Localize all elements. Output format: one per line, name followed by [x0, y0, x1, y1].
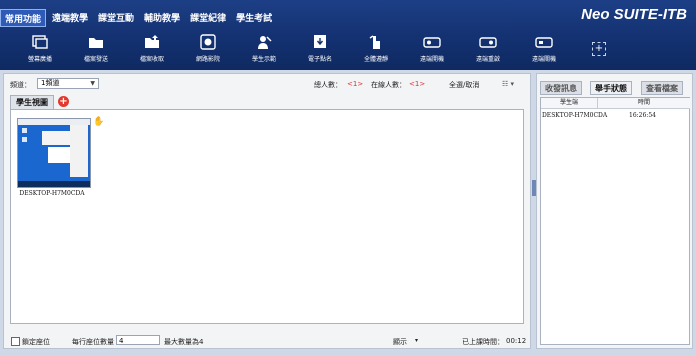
silence-all-button[interactable]: 全體遵靜	[348, 34, 404, 63]
raise-hand-icon: ✋	[93, 117, 105, 127]
roll-call-icon	[314, 35, 326, 48]
file-send-button[interactable]: 檔案發送	[68, 34, 124, 63]
tab-messages[interactable]: 收發訊息	[540, 81, 582, 95]
network-cinema-button[interactable]: 網路影院	[180, 34, 236, 63]
student-grid: ✋ DESKTOP-H7M0CDA	[10, 109, 524, 324]
student-view-panel: 頻道： 1頻道 ▼ 總人數： <1> 在線人數： <1> 全選/取消 ☷ ▾ 學…	[3, 73, 531, 349]
elapsed-time-label: 已上課時間：	[462, 338, 504, 346]
remote-restart-icon	[479, 37, 497, 48]
remote-shutdown-button[interactable]: 遠端關機	[516, 34, 572, 63]
student-demo-icon	[258, 36, 272, 49]
max-count-label: 最大數量為4	[164, 338, 204, 346]
per-row-input[interactable]: 4	[116, 335, 160, 345]
channel-value: 1頻道	[41, 79, 60, 87]
tool-label: 檔案收取	[139, 56, 164, 63]
elapsed-time-value: 00:12	[506, 337, 527, 345]
tool-label: 螢幕廣播	[27, 56, 52, 63]
online-count-label: 在線人數：	[371, 81, 406, 89]
select-all-button[interactable]: 全選/取消	[449, 80, 479, 90]
tool-label: 遠端關機	[531, 56, 556, 63]
tab-common[interactable]: 常用功能	[0, 9, 47, 27]
app-header: 常用功能 遠端教學 課堂互動 輔助教學 課堂紀律 學生考試 Neo SUITE-…	[0, 0, 696, 70]
column-header-student: 學生端	[541, 98, 597, 109]
lock-seat-checkbox[interactable]	[11, 337, 20, 346]
table-cell-student: DESKTOP-H7M0CDA	[542, 112, 608, 119]
student-screen-thumbnail[interactable]	[17, 118, 91, 188]
tab-view-files[interactable]: 查看檔案	[641, 81, 683, 95]
brand-title: Neo SUITE-ITB	[581, 6, 687, 23]
column-header-time: 時間	[597, 98, 690, 109]
view-mode-icon[interactable]: ☷ ▾	[502, 80, 514, 88]
remote-restart-button[interactable]: 遠端重啟	[460, 34, 516, 63]
file-receive-button[interactable]: 檔案收取	[124, 34, 180, 63]
screen-broadcast-icon	[32, 35, 48, 49]
total-count-label: 總人數：	[314, 81, 342, 89]
side-panel: 收發訊息 舉手狀態 查看檔案 學生端 時間 DESKTOP-H7M0CDA 16…	[536, 73, 693, 349]
tab-hand-raise[interactable]: 舉手狀態	[590, 81, 632, 95]
tool-label: 遠端開機	[419, 56, 444, 63]
tool-label: 學生示範	[251, 56, 276, 63]
screen-broadcast-button[interactable]: 螢幕廣播	[12, 34, 68, 63]
tab-exam[interactable]: 學生考試	[232, 9, 276, 27]
total-count-value: <1>	[347, 80, 364, 88]
table-cell-time: 16:26:54	[629, 112, 656, 119]
desktop-screenshot-icon	[18, 119, 90, 187]
menu-tabs: 常用功能 遠端教學 課堂互動 輔助教學 課堂紀律 學生考試	[0, 9, 278, 27]
media-play-icon	[200, 34, 216, 50]
add-tool-icon[interactable]: +	[592, 42, 606, 56]
tool-label: 網路影院	[195, 56, 220, 63]
tab-remote-teaching[interactable]: 遠端教學	[48, 9, 92, 27]
display-dropdown[interactable]: 顯示	[393, 337, 407, 347]
student-demo-button[interactable]: 學生示範	[236, 34, 292, 63]
remote-power-on-button[interactable]: 遠端開機	[404, 34, 460, 63]
folder-receive-icon	[145, 35, 159, 48]
remote-off-icon	[535, 37, 553, 48]
hand-raise-table: 學生端 時間 DESKTOP-H7M0CDA 16:26:54	[540, 97, 690, 345]
tab-interaction[interactable]: 課堂互動	[94, 9, 138, 27]
remote-on-icon	[423, 37, 441, 48]
chevron-down-icon[interactable]: ▾	[415, 337, 418, 344]
online-count-value: <1>	[409, 80, 426, 88]
tool-label: 電子點名	[307, 56, 332, 63]
roll-call-button[interactable]: 電子點名	[292, 34, 348, 63]
tab-student-view[interactable]: 學生視圖	[10, 95, 54, 110]
lock-seat-label: 鎖定座位	[22, 338, 50, 346]
silence-icon	[369, 35, 380, 49]
channel-select[interactable]: 1頻道 ▼	[37, 78, 99, 89]
tab-discipline[interactable]: 課堂紀律	[186, 9, 230, 27]
folder-send-icon	[89, 38, 103, 48]
tool-label: 檔案發送	[83, 56, 108, 63]
channel-label: 頻道：	[10, 81, 31, 89]
per-row-label: 每行座位數量	[72, 338, 114, 346]
add-view-button[interactable]: +	[58, 96, 69, 107]
chevron-down-icon: ▼	[90, 80, 95, 87]
tab-assist[interactable]: 輔助教學	[140, 9, 184, 27]
student-name: DESKTOP-H7M0CDA	[19, 190, 85, 197]
tool-label: 遠端重啟	[475, 56, 500, 63]
tool-label: 全體遵靜	[363, 56, 388, 63]
